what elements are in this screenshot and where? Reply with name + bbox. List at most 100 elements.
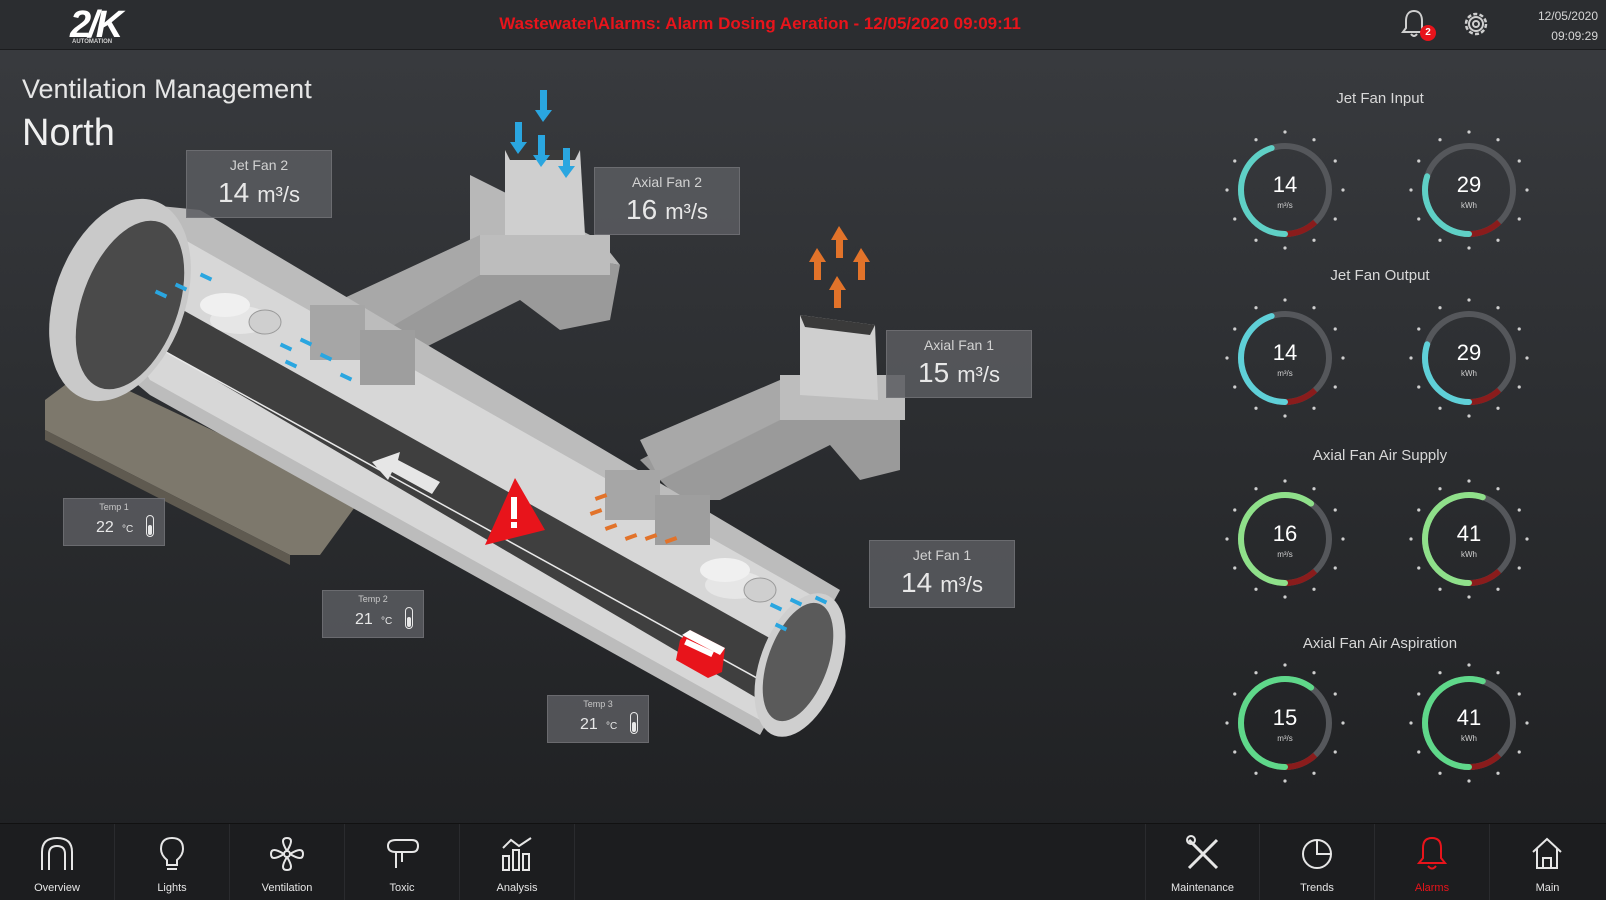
jet-fan-2-label: Jet Fan 2 xyxy=(229,157,289,173)
gauge-tick xyxy=(1438,587,1442,591)
gauge-tick xyxy=(1438,406,1442,410)
temp-2-value: 21 xyxy=(355,611,373,628)
jet-fan-output-flow-gauge[interactable]: 14 m³/s xyxy=(1223,296,1347,420)
nav-label: Overview xyxy=(34,882,80,894)
date-time-display: 12/05/2020 09:09:29 xyxy=(1506,6,1598,46)
gauge-tick xyxy=(1312,587,1316,591)
gauge-tick xyxy=(1312,238,1316,242)
time-text: 09:09:29 xyxy=(1551,29,1598,43)
nav-toxic[interactable]: Toxic xyxy=(345,824,460,900)
gauge-tick xyxy=(1438,671,1442,675)
tunnel-illustration xyxy=(45,90,905,737)
temp-3-label: Temp 3 xyxy=(583,699,613,709)
axial-fan-2-label: Axial Fan 2 xyxy=(631,174,703,190)
nav-label: Maintenance xyxy=(1171,882,1234,894)
gauge-tick xyxy=(1517,159,1521,163)
gauge-tick xyxy=(1467,479,1471,483)
temp-2-readout[interactable]: Temp 2 21 °C xyxy=(322,590,424,638)
nav-label: Analysis xyxy=(496,882,538,894)
gauge-tick xyxy=(1417,327,1421,331)
nav-overview[interactable]: Overview xyxy=(0,824,115,900)
nav-main[interactable]: Main xyxy=(1490,824,1605,900)
gauge-tick xyxy=(1333,566,1337,570)
gauge-tick xyxy=(1333,327,1337,331)
fan-icon xyxy=(269,836,305,872)
gauge-tick xyxy=(1254,306,1258,310)
jet-fan-2-unit: m³/s xyxy=(257,182,300,207)
nav-ventilation[interactable]: Ventilation xyxy=(230,824,345,900)
axial-fan-air-aspiration-flow-gauge[interactable]: 15 m³/s xyxy=(1223,661,1347,785)
jet-fan-1-readout[interactable]: Jet Fan 1 14 m³/s xyxy=(869,540,1015,608)
wrench-screwdriver-icon xyxy=(1186,835,1219,870)
gauge-tick xyxy=(1333,692,1337,696)
gauge-tick xyxy=(1517,385,1521,389)
gauge-tick xyxy=(1467,246,1471,250)
alarm-banner[interactable]: Wastewater\Alarms: Alarm Dosing Aeration… xyxy=(380,14,1140,34)
gauge-value: 41 xyxy=(1456,705,1482,730)
gauge-value: 15 xyxy=(1272,705,1298,730)
gauge-tick xyxy=(1467,130,1471,134)
gauge-tick xyxy=(1333,159,1337,163)
gauge-tick xyxy=(1283,595,1287,599)
axial-fan-2-unit: m³/s xyxy=(665,199,708,224)
gauge-tick xyxy=(1233,327,1237,331)
axial-fan-1-unit: m³/s xyxy=(957,362,1000,387)
thermometer-icon xyxy=(405,607,413,629)
date-text: 12/05/2020 xyxy=(1537,9,1598,23)
nav-lights[interactable]: Lights xyxy=(115,824,230,900)
thermometer-icon xyxy=(630,712,638,734)
nav-alarms[interactable]: Alarms xyxy=(1375,824,1490,900)
temp-2-unit: °C xyxy=(381,616,393,627)
top-bar: 2/K AUTOMATION Wastewater\Alarms: Alarm … xyxy=(0,0,1606,50)
gauge-unit: kWh xyxy=(1461,550,1477,559)
gauge-unit: kWh xyxy=(1461,201,1477,210)
gauge-tick xyxy=(1233,159,1237,163)
gauge-tick xyxy=(1438,138,1442,142)
axial-fan-1-readout[interactable]: Axial Fan 1 15 m³/s xyxy=(886,330,1032,398)
gauge-tick xyxy=(1233,217,1237,221)
jet-fan-1-label: Jet Fan 1 xyxy=(912,547,972,563)
axial-fan-air-supply-flow-gauge[interactable]: 16 m³/s xyxy=(1223,477,1347,601)
nav-label: Main xyxy=(1535,882,1560,894)
gauge-tick xyxy=(1333,508,1337,512)
bottom-nav-bar: Overview Lights Ventilation Toxic Analys… xyxy=(0,823,1606,900)
logo-subtext: AUTOMATION xyxy=(72,39,113,45)
nav-maintenance[interactable]: Maintenance xyxy=(1145,824,1260,900)
gauge-tick xyxy=(1496,138,1500,142)
company-logo: 2/K AUTOMATION xyxy=(70,4,140,46)
gauge-tick xyxy=(1496,406,1500,410)
gauge-tick xyxy=(1233,508,1237,512)
gauge-tick xyxy=(1233,750,1237,754)
gauge-tick xyxy=(1417,217,1421,221)
notification-count-badge: 2 xyxy=(1420,25,1436,41)
jet-fan-2-readout[interactable]: Jet Fan 2 14 m³/s xyxy=(186,150,332,218)
gauge-tick xyxy=(1438,238,1442,242)
jet-fan-input-power-gauge[interactable]: 29 kWh xyxy=(1407,128,1531,252)
gauge-tick xyxy=(1517,217,1521,221)
nav-label: Lights xyxy=(157,882,187,894)
jet-fan-1-unit: m³/s xyxy=(940,572,983,597)
gauge-value: 29 xyxy=(1456,340,1482,365)
axial-fan-air-supply-power-gauge[interactable]: 41 kWh xyxy=(1407,477,1531,601)
gauge-unit: m³/s xyxy=(1277,201,1293,210)
temp-3-readout[interactable]: Temp 3 21 °C xyxy=(547,695,649,743)
axial-fan-1-value: 15 xyxy=(918,357,950,388)
nav-trends[interactable]: Trends xyxy=(1260,824,1375,900)
temp-1-readout[interactable]: Temp 1 22 °C xyxy=(63,498,165,546)
alarm-bell-icon xyxy=(1416,836,1448,870)
pie-chart-icon xyxy=(1302,839,1332,869)
nav-label: Trends xyxy=(1300,882,1334,894)
jet-fan-input-title: Jet Fan Input xyxy=(1336,90,1424,107)
gauge-tick xyxy=(1467,414,1471,418)
gauge-tick xyxy=(1283,246,1287,250)
jet-fan-output-power-gauge[interactable]: 29 kWh xyxy=(1407,296,1531,420)
nav-analysis[interactable]: Analysis xyxy=(460,824,575,900)
gauge-tick xyxy=(1496,771,1500,775)
nav-label: Alarms xyxy=(1414,882,1450,894)
jet-fan-input-flow-gauge[interactable]: 14 m³/s xyxy=(1223,128,1347,252)
gauge-tick xyxy=(1333,385,1337,389)
settings-gear-icon[interactable] xyxy=(1460,8,1492,40)
gauge-tick xyxy=(1417,159,1421,163)
axial-fan-air-aspiration-power-gauge[interactable]: 41 kWh xyxy=(1407,661,1531,785)
axial-fan-2-readout[interactable]: Axial Fan 2 16 m³/s xyxy=(594,167,740,235)
